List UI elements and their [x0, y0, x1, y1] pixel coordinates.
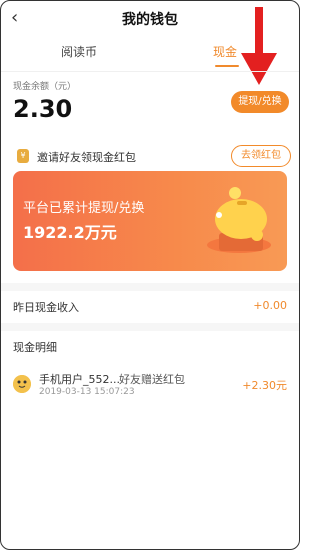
- yesterday-income-row: 昨日现金收入 +0.00: [1, 291, 299, 321]
- banner-title: 平台已累计提现/兑换: [23, 201, 145, 216]
- details-header: 现金明细: [13, 341, 57, 354]
- divider: [1, 71, 299, 72]
- red-down-arrow-icon: [241, 7, 277, 85]
- piggy-bank-icon: [207, 187, 271, 253]
- banner-amount: 1922.2万元: [23, 223, 117, 242]
- active-tab-indicator: [215, 65, 239, 67]
- detail-reason: 好友赠送红包: [119, 373, 185, 386]
- withdraw-total-banner: 平台已累计提现/兑换 1922.2万元: [13, 171, 287, 271]
- detail-time: 2019-03-13 15:07:23: [39, 387, 135, 397]
- invite-text: 邀请好友领现金红包: [37, 151, 136, 164]
- phone-frame: ‹ 我的钱包 阅读币 现金 现金余额（元） 2.30 提现/兑换 ¥ 邀请好友领…: [0, 0, 300, 550]
- claim-red-packet-button[interactable]: 去领红包: [231, 145, 291, 167]
- detail-amount: +2.30元: [242, 379, 287, 392]
- section-gap: [1, 283, 299, 291]
- coin-icon: ¥: [17, 149, 29, 163]
- balance-amount: 2.30: [13, 95, 73, 123]
- withdraw-exchange-button[interactable]: 提现/兑换: [231, 91, 289, 113]
- details-header-row: 现金明细: [1, 331, 299, 361]
- yesterday-income-label: 昨日现金收入: [13, 301, 79, 314]
- invite-row: ¥ 邀请好友领现金红包 去领红包: [1, 139, 299, 173]
- section-gap: [1, 323, 299, 331]
- list-item: 手机用户_552... 好友赠送红包 2019-03-13 15:07:23 +…: [1, 361, 299, 407]
- tab-cash[interactable]: 现金: [213, 43, 237, 60]
- balance-label: 现金余额（元）: [13, 82, 77, 92]
- tab-reading-coins[interactable]: 阅读币: [61, 43, 97, 60]
- avatar: [13, 375, 31, 393]
- yesterday-income-value: +0.00: [253, 299, 287, 312]
- detail-user: 手机用户_552...: [39, 373, 120, 386]
